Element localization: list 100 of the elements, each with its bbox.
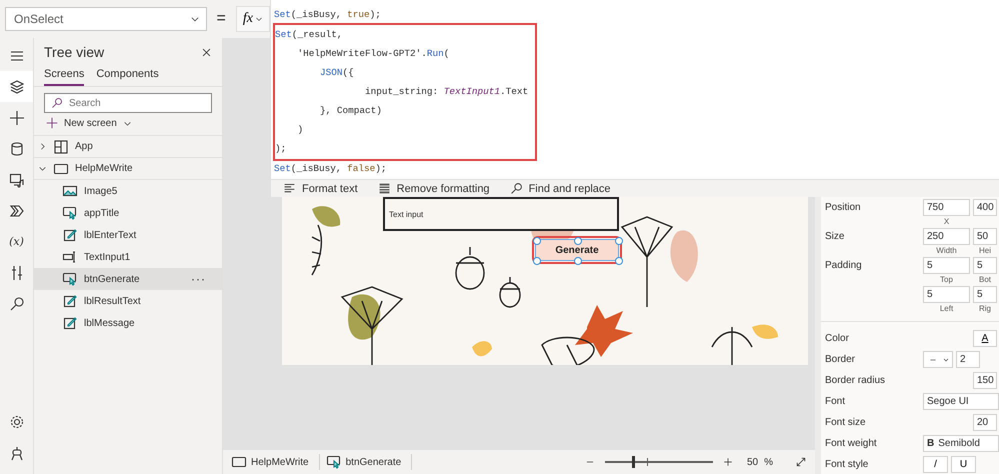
code-line: JSON({: [319, 66, 355, 80]
database-icon: [8, 140, 24, 156]
layers-icon: [8, 78, 24, 94]
property-field[interactable]: 400: [973, 199, 997, 216]
tree-item[interactable]: TextInput1: [34, 246, 222, 268]
lines-block-icon: [378, 182, 391, 195]
app-grid-icon: [53, 138, 69, 154]
plus-icon: [722, 457, 733, 467]
close-icon: [201, 46, 212, 58]
field-caption: Bot: [978, 274, 991, 286]
slider-thumb[interactable]: [632, 456, 635, 468]
property-field[interactable]: 5: [973, 286, 997, 303]
image-icon: [62, 183, 78, 199]
tree-item[interactable]: lblResultText: [34, 290, 222, 312]
zoom-unit: %: [764, 456, 773, 468]
font-field[interactable]: Segoe UI: [923, 393, 999, 410]
property-label: Font: [825, 395, 846, 407]
property-field[interactable]: 150: [973, 372, 997, 389]
resize-handle[interactable]: [615, 237, 623, 245]
property-field[interactable]: 5: [923, 257, 970, 274]
field-caption: X: [944, 216, 950, 228]
tree-item[interactable]: Image5: [34, 180, 222, 202]
field-caption: Hei: [978, 245, 991, 257]
property-label: Size: [825, 230, 846, 242]
search-icon: [8, 296, 24, 312]
resize-handle[interactable]: [533, 237, 541, 245]
toolbar-button[interactable]: Format text: [283, 182, 358, 195]
expand-icon: [795, 456, 807, 468]
property-label: Font style: [825, 458, 870, 470]
code-line: Set(_result,: [275, 28, 344, 42]
field-caption: Left: [940, 303, 954, 315]
font-style-button[interactable]: U: [951, 456, 976, 473]
code-line: 'HelpMeWriteFlow-GPT2'.Run(: [296, 47, 450, 61]
resize-handle[interactable]: [615, 257, 623, 265]
toolbar-button[interactable]: Find and replace: [510, 182, 611, 195]
property-label: Color: [825, 332, 850, 344]
search-icon: [51, 97, 63, 109]
button-icon: [62, 205, 78, 221]
field-caption: Top: [940, 274, 953, 286]
more-icon[interactable]: ···: [191, 272, 206, 286]
breadcrumb-item[interactable]: HelpMeWrite: [231, 454, 320, 470]
resize-handle[interactable]: [533, 257, 541, 265]
plus-icon: [46, 117, 58, 129]
field-caption: Width: [936, 245, 957, 257]
property-field[interactable]: 20: [973, 414, 997, 431]
label-icon: [62, 293, 78, 309]
property-label: Position: [825, 201, 862, 213]
function-button[interactable]: fx: [236, 6, 270, 32]
property-field[interactable]: 750: [923, 199, 970, 216]
button-icon: [62, 271, 78, 287]
code-line: );: [275, 142, 288, 156]
label-icon: [62, 227, 78, 243]
property-field[interactable]: 5: [973, 257, 997, 274]
toolbar-button[interactable]: Remove formatting: [378, 182, 490, 195]
panel-title: Tree view: [44, 44, 104, 60]
property-field[interactable]: 5: [923, 286, 970, 303]
code-line: }, Compact): [319, 104, 383, 118]
border-width-field[interactable]: 2: [956, 351, 980, 368]
tree-item[interactable]: lblEnterText: [34, 224, 222, 246]
code-line: Set(_isBusy, true);: [274, 8, 382, 22]
screen-icon: [231, 454, 247, 470]
property-label: Font size: [825, 416, 867, 428]
color-button[interactable]: A: [973, 330, 997, 347]
property-label: Padding: [825, 259, 863, 271]
tree-item[interactable]: lblMessage: [34, 312, 222, 334]
tree-item[interactable]: btnGenerate ···: [34, 268, 222, 290]
label-icon: [62, 315, 78, 331]
variables-icon: (x): [9, 235, 24, 248]
search-icon: [510, 182, 523, 195]
panel-tab[interactable]: Screens: [44, 66, 84, 86]
text-input-icon: [62, 249, 78, 265]
text-input-field[interactable]: Text input: [383, 197, 619, 231]
property-label: Border: [825, 353, 856, 365]
breadcrumb-item[interactable]: btnGenerate: [326, 454, 412, 470]
property-field[interactable]: 50: [973, 228, 997, 245]
code-line: Set(_isBusy, false);: [274, 162, 388, 176]
tree-item[interactable]: HelpMeWrite: [34, 158, 222, 180]
property-label: Font weight: [825, 437, 878, 449]
new-screen-button[interactable]: New screen: [46, 117, 132, 129]
tree-item[interactable]: App: [34, 136, 222, 158]
search-field[interactable]: Search: [44, 93, 212, 113]
panel-tab[interactable]: Components: [96, 66, 159, 86]
format-text-icon: [283, 182, 296, 195]
generate-button[interactable]: Generate: [536, 240, 618, 260]
property-field[interactable]: 250: [923, 228, 970, 245]
resize-handle[interactable]: [574, 257, 582, 265]
zoom-value: 50: [746, 456, 758, 468]
robot-icon: [8, 444, 24, 460]
font-weight-dropdown[interactable]: B Semibold: [923, 435, 999, 452]
code-line: ): [296, 123, 304, 137]
settings-icon: [8, 414, 24, 430]
media-icon: [8, 172, 24, 188]
chevron-down-icon: [255, 15, 263, 23]
code-line: input_string: TextInput1.Text: [364, 85, 530, 99]
font-style-button[interactable]: /: [923, 456, 948, 473]
resize-handle[interactable]: [574, 237, 582, 245]
property-label: Border radius: [825, 374, 886, 386]
property-dropdown[interactable]: OnSelect: [5, 7, 207, 31]
field-caption: Rig: [978, 303, 991, 315]
tree-item[interactable]: appTitle: [34, 202, 222, 224]
